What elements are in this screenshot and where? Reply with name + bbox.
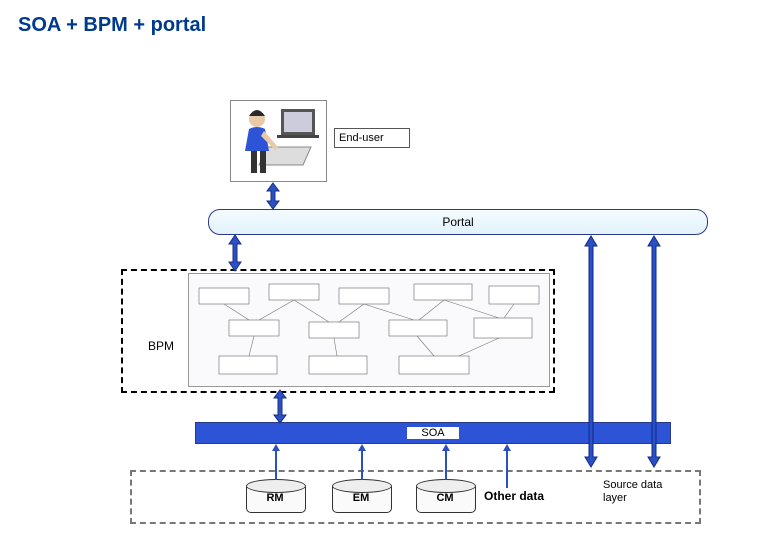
db-em-label: EM — [332, 492, 390, 504]
arrow-em-soa — [357, 444, 367, 480]
arrow-bpm-soa — [272, 390, 288, 423]
arrow-user-portal — [265, 183, 281, 209]
db-cm: CM — [416, 479, 474, 512]
portal-node: Portal — [208, 209, 708, 235]
bpm-label: BPM — [148, 339, 174, 353]
arrow-portal-src-1 — [584, 236, 598, 467]
page-title: SOA + BPM + portal — [18, 14, 206, 37]
end-user-illustration — [230, 100, 327, 182]
bpm-diagram-thumbnail — [188, 273, 550, 387]
soa-node: SOA — [195, 422, 671, 444]
other-data-label: Other data — [484, 489, 544, 503]
db-cm-label: CM — [416, 492, 474, 504]
soa-label: SOA — [407, 427, 458, 439]
arrow-cm-soa — [441, 444, 451, 480]
db-rm: RM — [246, 479, 304, 512]
arrow-rm-soa — [271, 444, 281, 480]
arrow-portal-bpm — [227, 235, 243, 271]
source-layer-label: Source datalayer — [603, 479, 662, 505]
db-em: EM — [332, 479, 390, 512]
end-user-label: End-user — [334, 128, 410, 148]
arrow-other-soa — [502, 444, 512, 488]
arrow-portal-src-2 — [647, 236, 661, 467]
db-rm-label: RM — [246, 492, 304, 504]
